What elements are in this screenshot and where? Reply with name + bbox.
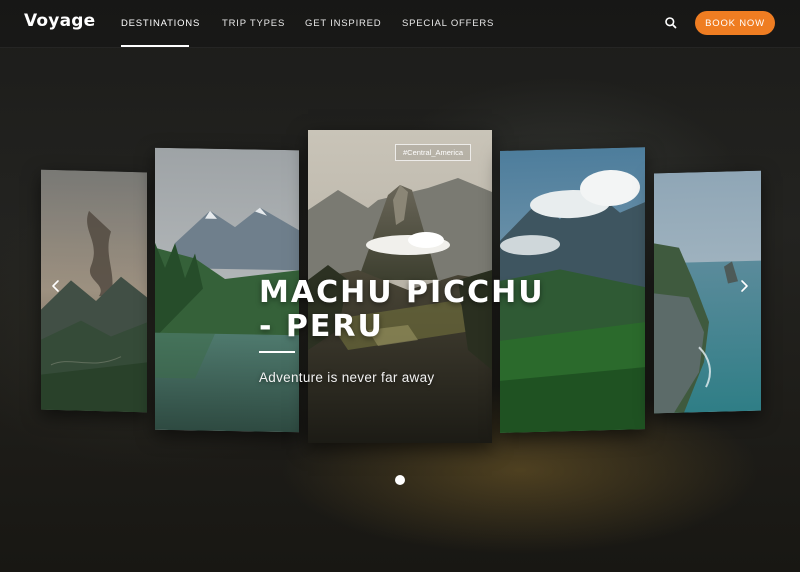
hero-subtitle: Adventure is never far away xyxy=(259,370,435,385)
hero-title-line-1: MACHU PICCHU xyxy=(259,275,545,310)
hero-divider xyxy=(259,351,295,353)
hero-title-line-2: - PERU xyxy=(259,309,384,344)
search-icon[interactable] xyxy=(664,16,678,30)
voyage-logo[interactable]: Voyage xyxy=(24,11,95,31)
book-now-button[interactable]: BOOK NOW xyxy=(695,11,775,35)
carousel-pagination-dot[interactable] xyxy=(395,475,405,485)
chevron-right-icon[interactable] xyxy=(735,277,753,295)
chevron-left-icon[interactable] xyxy=(47,277,65,295)
nav-special-offers[interactable]: SPECIAL OFFERS xyxy=(402,18,494,29)
nav-destinations[interactable]: DESTINATIONS xyxy=(121,18,200,29)
top-navigation-bar: Voyage DESTINATIONS TRIP TYPES GET INSPI… xyxy=(0,0,800,48)
active-nav-indicator xyxy=(121,45,189,47)
nav-trip-types[interactable]: TRIP TYPES xyxy=(222,18,285,29)
hero-title: MACHU PICCHU - PERU xyxy=(259,276,579,344)
nav-get-inspired[interactable]: GET INSPIRED xyxy=(305,18,381,29)
region-tag[interactable]: #Central_America xyxy=(395,144,471,161)
